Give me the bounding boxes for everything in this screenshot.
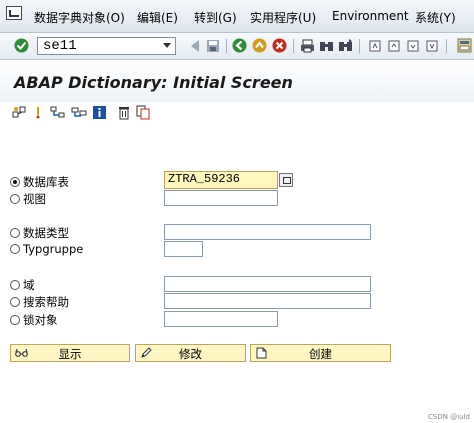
watermark: CSDN @iuld <box>428 413 470 421</box>
option-data-type[interactable]: 数据类型 <box>10 225 69 241</box>
cancel-icon[interactable] <box>272 38 287 53</box>
last-page-icon[interactable] <box>424 38 439 53</box>
back-arrow-small-icon[interactable] <box>187 38 202 53</box>
option-search-help[interactable]: 搜索帮助 <box>10 294 69 310</box>
chevron-down-icon[interactable] <box>163 43 171 48</box>
option-domain[interactable]: 域 <box>10 277 35 293</box>
lock-object-input[interactable] <box>164 311 278 327</box>
radio-data-type[interactable] <box>10 228 20 238</box>
save-icon[interactable] <box>205 38 220 53</box>
find-icon[interactable] <box>319 38 334 53</box>
display-button-label: 显示 <box>58 347 82 361</box>
exit-icon[interactable] <box>252 38 267 53</box>
command-field-value: se11 <box>43 38 77 54</box>
where-used-list-icon[interactable] <box>50 105 65 120</box>
info-icon[interactable] <box>92 105 107 120</box>
option-type-group[interactable]: Typgruppe <box>10 242 83 256</box>
standard-toolbar: se11 <box>0 33 474 60</box>
print-icon[interactable] <box>300 38 315 53</box>
activate-icon[interactable] <box>33 105 48 120</box>
toolbar-separator <box>293 39 294 53</box>
command-field[interactable]: se11 <box>37 37 176 55</box>
radio-database-table[interactable] <box>10 177 20 187</box>
label-database-table: 数据库表 <box>23 175 69 189</box>
radio-domain[interactable] <box>10 280 20 290</box>
copy-icon[interactable] <box>136 105 151 120</box>
label-type-group: Typgruppe <box>23 242 84 256</box>
database-table-input[interactable]: ZTRA_59236 <box>164 171 278 189</box>
menu-dictionary-object[interactable]: 数据字典对象(O) <box>34 9 125 26</box>
value-help-icon[interactable] <box>279 173 293 187</box>
menu-system[interactable]: 系统(Y) <box>415 9 456 26</box>
type-group-input[interactable] <box>164 241 203 257</box>
database-table-value: ZTRA_59236 <box>168 172 241 186</box>
next-page-icon[interactable] <box>405 38 420 53</box>
toolbar-separator <box>446 39 447 53</box>
menu-utilities[interactable]: 实用程序(U) <box>250 9 316 26</box>
label-data-type: 数据类型 <box>23 226 69 240</box>
toolbar-separator <box>359 39 360 53</box>
search-help-input[interactable] <box>164 293 371 309</box>
menu-edit[interactable]: 编辑(E) <box>137 9 178 26</box>
previous-page-icon[interactable] <box>386 38 401 53</box>
label-domain: 域 <box>23 278 35 292</box>
toolbar-separator <box>226 39 227 53</box>
radio-lock-object[interactable] <box>10 315 20 325</box>
option-lock-object[interactable]: 锁对象 <box>10 312 58 328</box>
other-object-icon[interactable] <box>12 105 27 120</box>
menu-environment[interactable]: Environment <box>332 9 409 23</box>
enter-check-icon[interactable] <box>14 38 29 53</box>
view-input[interactable] <box>164 190 278 206</box>
find-next-icon[interactable] <box>338 38 353 53</box>
page-title: ABAP Dictionary: Initial Screen <box>14 73 293 92</box>
radio-view[interactable] <box>10 194 20 204</box>
back-icon[interactable] <box>232 38 247 53</box>
change-button[interactable]: 修改 <box>135 344 246 362</box>
application-toolbar <box>0 102 474 124</box>
radio-type-group[interactable] <box>10 244 20 254</box>
option-view[interactable]: 视图 <box>10 191 46 207</box>
label-lock-object: 锁对象 <box>23 313 58 327</box>
system-menu-icon[interactable] <box>6 6 22 20</box>
display-button[interactable]: 显示 <box>10 344 130 362</box>
label-search-help: 搜索帮助 <box>23 295 69 309</box>
menu-bar: 数据字典对象(O) 编辑(E) 转到(G) 实用程序(U) Environmen… <box>0 0 474 33</box>
delete-icon[interactable] <box>117 105 132 120</box>
create-button[interactable]: 创建 <box>250 344 391 362</box>
object-list-icon[interactable] <box>71 105 87 120</box>
first-page-icon[interactable] <box>367 38 382 53</box>
create-button-label: 创建 <box>309 347 332 361</box>
option-database-table[interactable]: 数据库表 <box>10 174 69 190</box>
data-type-input[interactable] <box>164 224 371 240</box>
menu-goto[interactable]: 转到(G) <box>194 9 237 26</box>
domain-input[interactable] <box>164 276 371 292</box>
change-button-label: 修改 <box>179 347 202 361</box>
radio-search-help[interactable] <box>10 297 20 307</box>
label-view: 视图 <box>23 192 46 206</box>
layout-menu-icon[interactable] <box>457 38 472 53</box>
